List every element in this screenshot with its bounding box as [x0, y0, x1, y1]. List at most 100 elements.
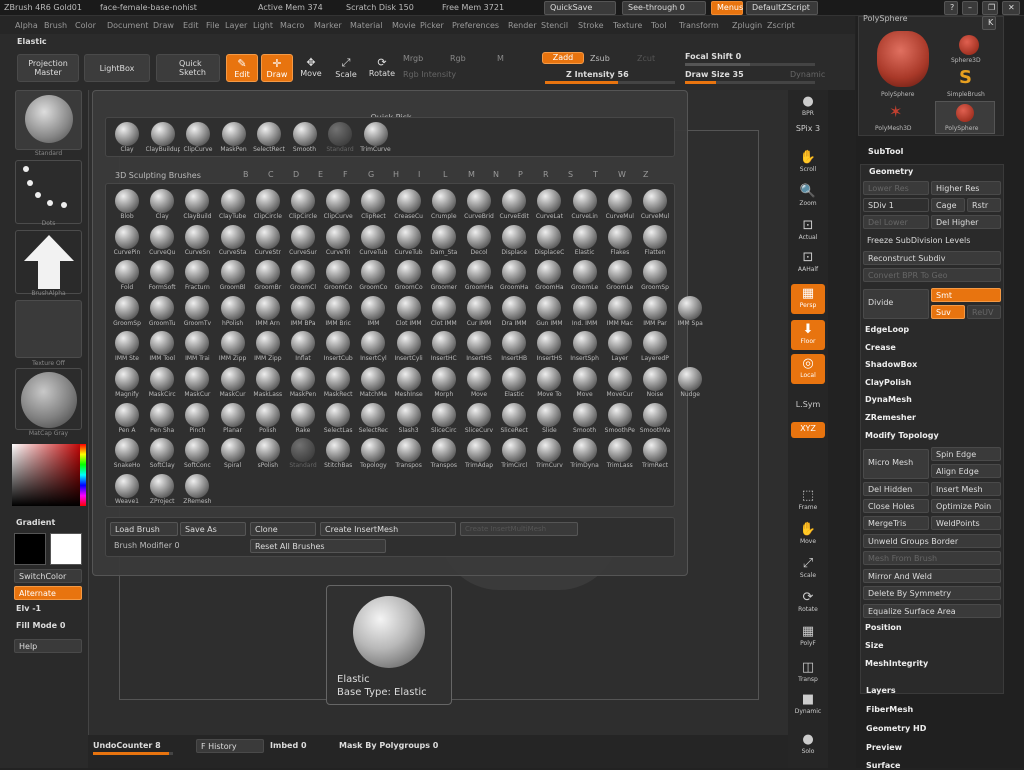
brush-item[interactable]: TrimRect — [638, 437, 672, 471]
help-button[interactable]: Help — [14, 639, 82, 653]
zsub-button[interactable]: Zsub — [590, 54, 610, 63]
color-picker[interactable] — [12, 444, 86, 506]
lightbox-button[interactable]: LightBox — [84, 54, 150, 82]
micro-mesh-button[interactable]: Micro Mesh — [863, 449, 929, 479]
mirror-and-weld-button[interactable]: Mirror And Weld — [863, 569, 1001, 583]
help-icon[interactable]: ? — [944, 1, 958, 15]
clone-button[interactable]: Clone — [250, 522, 316, 536]
undo-counter[interactable]: UndoCounter 8 — [93, 741, 161, 750]
brush-item[interactable]: SliceCurv — [462, 402, 496, 436]
brush-item[interactable]: GroomLe — [568, 259, 602, 293]
main-color-swatch[interactable] — [50, 533, 82, 565]
brush-item[interactable]: TrimCurve — [359, 121, 393, 155]
brush-item[interactable]: Pinch — [180, 402, 214, 436]
menu-picker[interactable]: Picker — [420, 21, 444, 30]
brush-item[interactable]: IMM Spa — [673, 295, 707, 329]
brush-thumbnail[interactable] — [15, 90, 82, 150]
rstr-button[interactable]: Rstr — [967, 198, 1001, 212]
bpr-button[interactable]: ● BPR — [791, 92, 825, 122]
stroke-thumbnail[interactable] — [15, 160, 82, 224]
align-edge-button[interactable]: Align Edge — [931, 464, 1001, 478]
menu-stencil[interactable]: Stencil — [541, 21, 568, 30]
scroll-button[interactable]: ✋ Scroll — [791, 148, 825, 178]
brush-item[interactable]: Move — [568, 366, 602, 400]
menu-stroke[interactable]: Stroke — [578, 21, 604, 30]
brush-item[interactable]: Elastic — [497, 366, 531, 400]
brush-item[interactable]: GroomCl — [286, 259, 320, 293]
position-header[interactable]: Position — [865, 623, 902, 632]
brush-item[interactable]: TrimAdap — [462, 437, 496, 471]
brush-item[interactable]: SmoothPe — [603, 402, 637, 436]
m-button[interactable]: M — [497, 54, 504, 63]
brush-item[interactable]: Pen Sha — [145, 402, 179, 436]
brush-item[interactable]: Move To — [532, 366, 566, 400]
brush-item[interactable]: ClipCurve — [181, 121, 215, 155]
menu-transform[interactable]: Transform — [679, 21, 719, 30]
brush-item[interactable]: TrimDyna — [568, 437, 602, 471]
menu-document[interactable]: Document — [107, 21, 148, 30]
brush-item[interactable]: hPolish — [216, 295, 250, 329]
transp-button[interactable]: ◫ Transp — [791, 658, 825, 688]
brush-item[interactable]: SliceCirc — [427, 402, 461, 436]
brush-item[interactable]: GroomBr — [251, 259, 285, 293]
polyf-button[interactable]: ▦ PolyF — [791, 622, 825, 652]
xyz-button[interactable]: ✕XYZ — [791, 422, 825, 438]
draw-size-track[interactable] — [685, 81, 815, 84]
brush-item[interactable]: CurveBrid — [462, 188, 496, 222]
brush-item[interactable]: Smooth — [568, 402, 602, 436]
brush-item[interactable]: CurveTub — [392, 224, 426, 258]
zcut-button[interactable]: Zcut — [637, 54, 655, 63]
brush-item[interactable]: ClipRect — [356, 188, 390, 222]
alphabet-letter[interactable]: P — [518, 170, 523, 179]
brush-item[interactable]: GroomTv — [180, 295, 214, 329]
brush-item[interactable]: Dam_Sta — [427, 224, 461, 258]
brush-item[interactable]: GroomBl — [216, 259, 250, 293]
brush-item[interactable]: CurveLat — [532, 188, 566, 222]
scale-button[interactable]: ⤢ Scale — [791, 554, 825, 584]
reconstruct-subdiv-button[interactable]: Reconstruct Subdiv — [863, 251, 1001, 265]
lower-res-button[interactable]: Lower Res — [863, 181, 929, 195]
higher-res-button[interactable]: Higher Res — [931, 181, 1001, 195]
brush-item[interactable]: MaskLass — [251, 366, 285, 400]
alphabet-letter[interactable]: D — [293, 170, 299, 179]
load-brush-button[interactable]: Load Brush — [110, 522, 178, 536]
brush-item[interactable]: Slash3 — [392, 402, 426, 436]
surface-header[interactable]: Surface — [866, 761, 900, 770]
reuv-toggle[interactable]: ReUV — [967, 305, 1001, 319]
brush-item[interactable]: Blob — [110, 188, 144, 222]
brush-item[interactable]: IMM BPa — [286, 295, 320, 329]
dynamic-button[interactable]: Dynamic — [790, 70, 825, 79]
alphabet-letter[interactable]: H — [393, 170, 399, 179]
unweld-groups-button[interactable]: Unweld Groups Border — [863, 534, 1001, 548]
alphabet-letter[interactable]: B — [243, 170, 249, 179]
brush-item[interactable]: TrimCircl — [497, 437, 531, 471]
brush-item[interactable]: CurvePin — [110, 224, 144, 258]
brush-item[interactable]: InsertHB — [497, 330, 531, 364]
brush-item[interactable]: CreaseCu — [392, 188, 426, 222]
divide-button[interactable]: Divide — [863, 289, 929, 319]
menu-layer[interactable]: Layer — [225, 21, 247, 30]
alphabet-letter[interactable]: S — [568, 170, 573, 179]
brush-item[interactable]: FormSoft — [145, 259, 179, 293]
brush-item[interactable]: Magnify — [110, 366, 144, 400]
brush-item[interactable]: SelectLas — [321, 402, 355, 436]
undo-track[interactable] — [93, 752, 173, 755]
menu-texture[interactable]: Texture — [613, 21, 642, 30]
alphabet-letter[interactable]: E — [318, 170, 323, 179]
scale-button[interactable]: ⤢ Scale — [332, 54, 360, 82]
brush-item[interactable]: InsertSph — [568, 330, 602, 364]
subtool-header[interactable]: SubTool — [868, 147, 903, 156]
brush-item[interactable]: CurveTub — [356, 224, 390, 258]
brush-item[interactable]: Gun IMM — [532, 295, 566, 329]
alphabet-letter[interactable]: F — [343, 170, 348, 179]
alphabet-letter[interactable]: G — [368, 170, 374, 179]
brush-item[interactable]: MaskPen — [286, 366, 320, 400]
brush-item[interactable]: CurveQu — [145, 224, 179, 258]
projection-master-button[interactable]: Projection Master — [17, 54, 79, 82]
brush-item[interactable]: Nudge — [673, 366, 707, 400]
elv-slider[interactable]: Elv -1 — [16, 604, 41, 613]
brush-item[interactable]: Move — [462, 366, 496, 400]
persp-button[interactable]: ▦ Persp — [791, 284, 825, 314]
brush-item[interactable]: IMM Par — [638, 295, 672, 329]
brush-item[interactable]: Crumple — [427, 188, 461, 222]
